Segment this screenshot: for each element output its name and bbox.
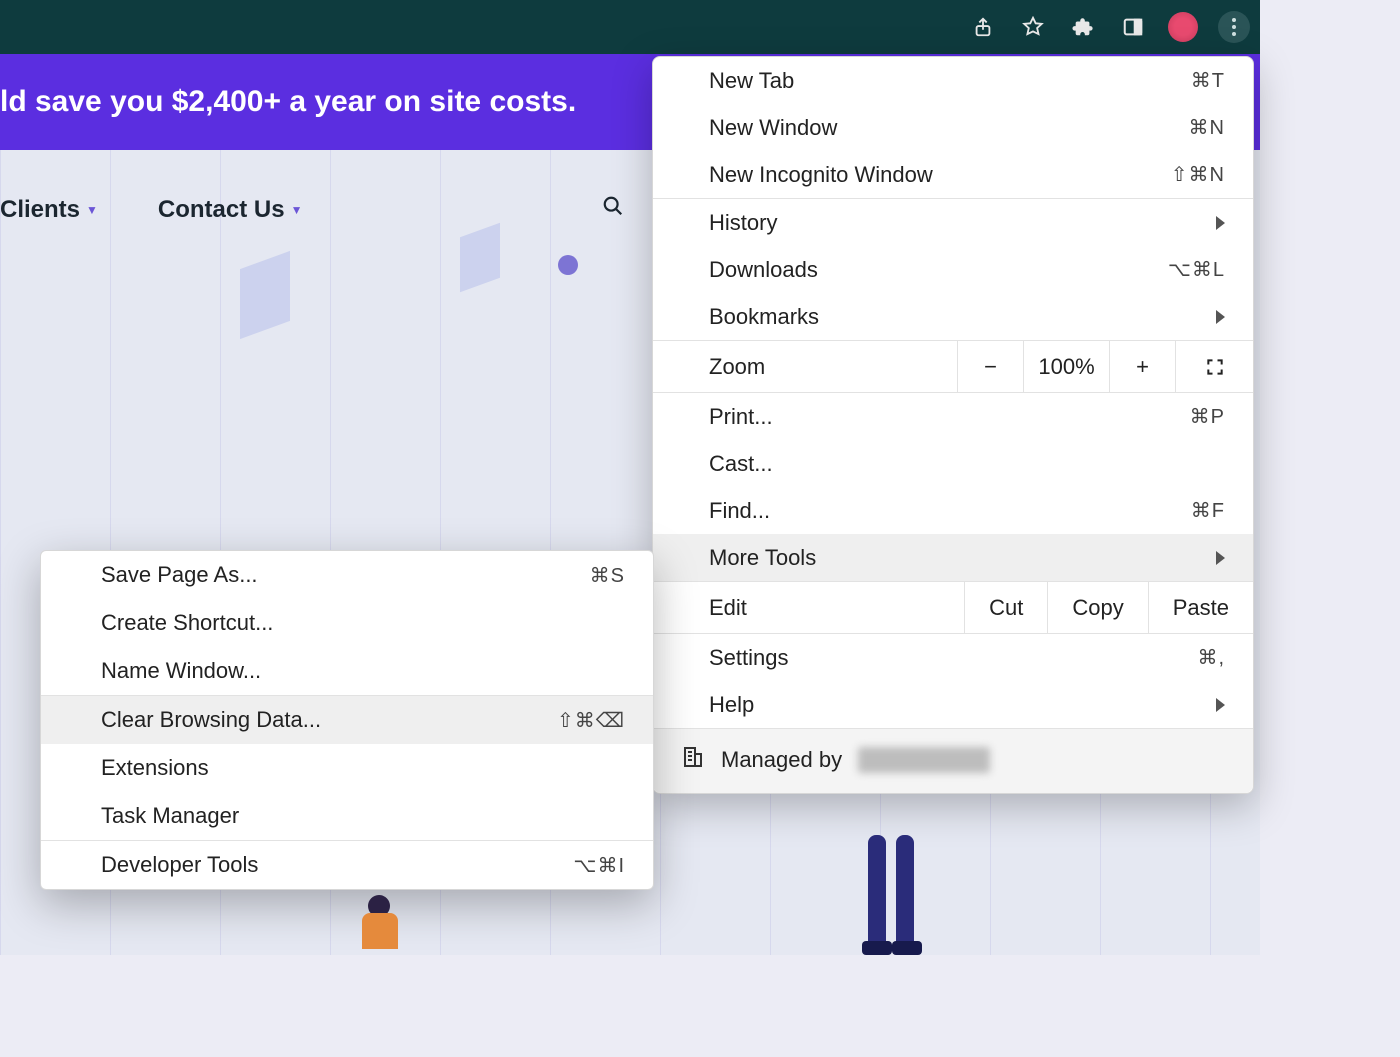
chevron-right-icon <box>1216 310 1225 324</box>
menu-settings[interactable]: Settings ⌘, <box>653 634 1253 681</box>
submenu-save-page-as[interactable]: Save Page As... ⌘S <box>41 551 653 599</box>
menu-label: Downloads <box>709 257 818 283</box>
menu-label: Bookmarks <box>709 304 819 330</box>
menu-label: Cast... <box>709 451 773 477</box>
chevron-right-icon <box>1216 216 1225 230</box>
nav-label: Clients <box>0 196 80 224</box>
share-icon[interactable] <box>968 12 998 42</box>
edit-cut-button[interactable]: Cut <box>964 582 1047 633</box>
menu-label: Task Manager <box>101 803 239 829</box>
extensions-puzzle-icon[interactable] <box>1068 12 1098 42</box>
shortcut: ⌘F <box>1191 498 1225 523</box>
managed-by-row[interactable]: Managed by redacted org <box>653 729 1253 793</box>
menu-help[interactable]: Help <box>653 681 1253 728</box>
submenu-name-window[interactable]: Name Window... <box>41 647 653 695</box>
illustration-person-legs <box>860 815 930 955</box>
shortcut: ⌘T <box>1191 68 1225 93</box>
edit-copy-button[interactable]: Copy <box>1047 582 1147 633</box>
menu-find[interactable]: Find... ⌘F <box>653 487 1253 534</box>
decorative-shape <box>240 251 290 339</box>
menu-new-incognito[interactable]: New Incognito Window ⇧⌘N <box>653 151 1253 198</box>
building-icon <box>681 745 705 775</box>
menu-bookmarks[interactable]: Bookmarks <box>653 293 1253 340</box>
decorative-dot <box>558 255 578 275</box>
submenu-clear-browsing-data[interactable]: Clear Browsing Data... ⇧⌘⌫ <box>41 696 653 744</box>
bookmark-star-icon[interactable] <box>1018 12 1048 42</box>
nav-clients[interactable]: Clients ▼ <box>0 196 98 224</box>
submenu-extensions[interactable]: Extensions <box>41 744 653 792</box>
zoom-label: Zoom <box>653 341 957 392</box>
decorative-shape <box>460 223 500 293</box>
menu-label: New Window <box>709 115 837 141</box>
menu-label: Developer Tools <box>101 852 258 878</box>
menu-more-tools[interactable]: More Tools <box>653 534 1253 581</box>
menu-print[interactable]: Print... ⌘P <box>653 393 1253 440</box>
menu-label: Save Page As... <box>101 562 258 588</box>
edit-paste-button[interactable]: Paste <box>1148 582 1253 633</box>
shortcut: ⇧⌘⌫ <box>557 708 625 733</box>
shortcut: ⌥⌘I <box>573 853 625 878</box>
shortcut: ⌘S <box>590 563 625 588</box>
banner-text: ld save you $2,400+ a year on site costs… <box>0 85 576 119</box>
menu-downloads[interactable]: Downloads ⌥⌘L <box>653 246 1253 293</box>
edit-label: Edit <box>653 582 964 633</box>
menu-label: Find... <box>709 498 770 524</box>
browser-toolbar <box>0 0 1260 54</box>
fullscreen-icon[interactable] <box>1175 341 1253 392</box>
menu-label: History <box>709 210 777 236</box>
submenu-create-shortcut[interactable]: Create Shortcut... <box>41 599 653 647</box>
chevron-right-icon <box>1216 698 1225 712</box>
zoom-value: 100% <box>1023 341 1109 392</box>
menu-label: New Tab <box>709 68 794 94</box>
caret-down-icon: ▼ <box>291 203 303 217</box>
menu-cast[interactable]: Cast... <box>653 440 1253 487</box>
menu-label: More Tools <box>709 545 816 571</box>
search-icon[interactable] <box>602 195 624 224</box>
shortcut: ⌘, <box>1197 645 1225 670</box>
menu-label: New Incognito Window <box>709 162 933 188</box>
chrome-main-menu: New Tab ⌘T New Window ⌘N New Incognito W… <box>652 56 1254 794</box>
managed-org-redacted: redacted org <box>858 747 990 773</box>
zoom-out-button[interactable]: − <box>957 341 1023 392</box>
menu-label: Print... <box>709 404 773 430</box>
caret-down-icon: ▼ <box>86 203 98 217</box>
chevron-right-icon <box>1216 551 1225 565</box>
menu-label: Create Shortcut... <box>101 610 273 636</box>
shortcut: ⌥⌘L <box>1168 257 1225 282</box>
managed-prefix: Managed by <box>721 747 842 773</box>
menu-history[interactable]: History <box>653 199 1253 246</box>
site-nav: Clients ▼ Contact Us ▼ L <box>0 195 729 224</box>
side-panel-icon[interactable] <box>1118 12 1148 42</box>
illustration-person <box>350 895 410 955</box>
menu-label: Clear Browsing Data... <box>101 707 321 733</box>
menu-label: Name Window... <box>101 658 261 684</box>
submenu-task-manager[interactable]: Task Manager <box>41 792 653 840</box>
shortcut: ⇧⌘N <box>1171 162 1225 187</box>
nav-contact[interactable]: Contact Us ▼ <box>158 196 303 224</box>
more-tools-submenu: Save Page As... ⌘S Create Shortcut... Na… <box>40 550 654 890</box>
menu-label: Settings <box>709 645 789 671</box>
menu-label: Extensions <box>101 755 209 781</box>
submenu-developer-tools[interactable]: Developer Tools ⌥⌘I <box>41 841 653 889</box>
menu-new-tab[interactable]: New Tab ⌘T <box>653 57 1253 104</box>
profile-avatar-icon[interactable] <box>1168 12 1198 42</box>
menu-new-window[interactable]: New Window ⌘N <box>653 104 1253 151</box>
menu-zoom-row: Zoom − 100% + <box>653 341 1253 393</box>
zoom-in-button[interactable]: + <box>1109 341 1175 392</box>
shortcut: ⌘P <box>1190 404 1225 429</box>
menu-label: Help <box>709 692 754 718</box>
menu-edit-row: Edit Cut Copy Paste <box>653 582 1253 634</box>
chrome-menu-button[interactable] <box>1218 11 1250 43</box>
shortcut: ⌘N <box>1189 115 1225 140</box>
nav-label: Contact Us <box>158 196 285 224</box>
